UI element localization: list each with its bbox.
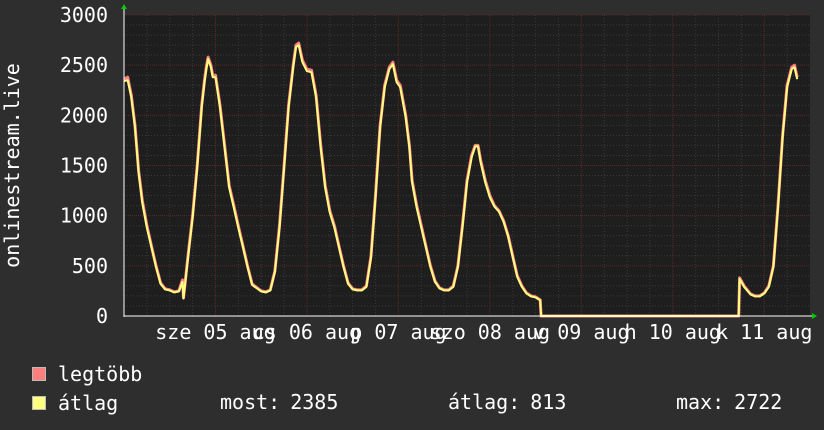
x-tick-label: h 10 aug	[625, 320, 721, 344]
y-tick-label: 500	[72, 254, 108, 278]
legend-label-max: legtöbb	[58, 362, 143, 386]
stat-max-value: 2722	[734, 390, 783, 414]
stat-atlag-value: 813	[530, 390, 567, 414]
legend-item-max: legtöbb	[32, 362, 143, 386]
y-axis-label: onlinestream.live	[0, 63, 24, 268]
legend-swatch-avg	[32, 396, 46, 410]
y-axis-arrow	[121, 4, 127, 9]
legend-label-avg: átlag	[58, 391, 119, 415]
x-axis-arrow	[812, 313, 817, 319]
y-tick-label: 1500	[60, 154, 108, 178]
y-tick-label: 0	[96, 304, 108, 328]
y-tick-label: 2000	[60, 103, 108, 127]
legend-swatch-max	[32, 367, 46, 381]
stat-atlag: átlag: 813	[448, 390, 566, 414]
stat-atlag-label: átlag:	[448, 390, 521, 414]
stat-most: most: 2385	[220, 390, 338, 414]
x-tick-label: cs 06 aug	[253, 320, 361, 344]
stat-most-value: 2385	[290, 390, 339, 414]
y-tick-label: 1000	[60, 204, 108, 228]
x-tick-label: k 11 aug	[716, 320, 812, 344]
stat-most-label: most:	[220, 390, 281, 414]
x-tick-label: szo 08 aug	[430, 320, 550, 344]
stat-max: max: 2722	[676, 390, 782, 414]
y-tick-label: 3000	[60, 3, 108, 27]
x-tick-label: v 09 aug	[533, 320, 629, 344]
stat-max-label: max:	[676, 390, 725, 414]
legend-item-avg: átlag	[32, 391, 119, 415]
y-tick-label: 2500	[60, 53, 108, 77]
